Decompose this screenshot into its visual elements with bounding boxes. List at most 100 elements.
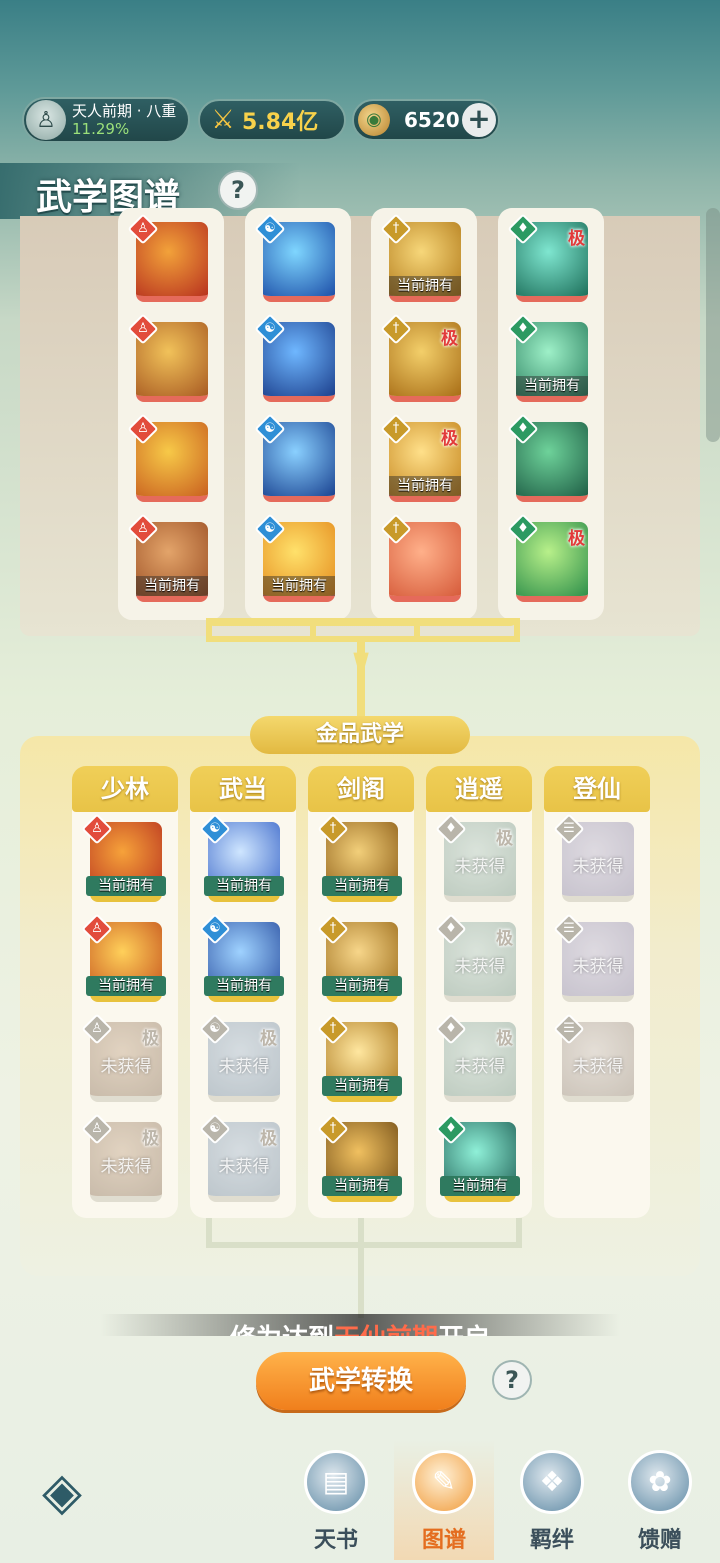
sect-badge-icon: ♙ [127,513,159,545]
sect-badge-icon: † [317,913,349,945]
sect-badge-icon: ♦ [435,913,467,945]
nav-tab-label: 天书 [313,1528,358,1553]
sect-badge-icon: ♦ [507,413,539,445]
extreme-tag: 极 [260,1129,277,1149]
notice-prefix: 修为达到 [230,1324,334,1336]
sect-badge-icon: ☯ [254,413,286,445]
swords-icon: ⚔ [211,105,235,135]
not-owned-label: 未获得 [218,1157,270,1177]
nav-tab[interactable]: ✎ 图谱 [394,1440,494,1560]
sect-badge-icon: ♦ [435,1013,467,1045]
nav-tab-label: 馈赠 [637,1528,682,1553]
sect-tab[interactable]: 逍遥 [426,766,532,812]
sect-badge-icon: ☰ [553,1013,585,1045]
root-trunk [358,1218,364,1318]
extreme-tag: 极 [441,329,458,349]
scrollbar[interactable] [706,208,720,442]
not-owned-label: 未获得 [572,1057,624,1077]
owned-label: 当前拥有 [263,576,335,596]
realm-status[interactable]: ♙ 天人前期 · 八重 11.29% [22,97,190,143]
unlock-notice: 修为达到天仙前期开启 [100,1314,620,1336]
extreme-tag: 极 [260,1029,277,1049]
notice-suffix: 开启 [438,1324,490,1336]
owned-label: 当前拥有 [322,876,402,896]
nav-tab[interactable]: ▤ 天书 [286,1440,386,1560]
sect-badge-icon: ☰ [553,813,585,845]
notice-highlight: 天仙前期 [334,1324,438,1336]
sect-tab[interactable]: 剑阁 [308,766,414,812]
sect-badge-icon: ♙ [127,313,159,345]
realm-avatar-icon: ♙ [26,100,66,140]
sect-badge-icon: ♦ [435,813,467,845]
sect-badge-icon: ♦ [435,1113,467,1145]
gift-icon: ✿ [628,1450,692,1514]
sect-badge-icon: † [380,213,412,245]
not-owned-label: 未获得 [454,857,506,877]
sect-badge-icon: ☯ [199,1013,231,1045]
not-owned-label: 未获得 [100,1057,152,1077]
extreme-tag: 极 [496,829,513,849]
sect-badge-icon: ♙ [127,213,159,245]
owned-label: 当前拥有 [322,1176,402,1196]
owned-label: 当前拥有 [86,976,166,996]
sect-badge-icon: ♙ [81,913,113,945]
not-owned-label: 未获得 [100,1157,152,1177]
sect-badge-icon: ☯ [254,213,286,245]
add-currency-button[interactable]: + [462,103,496,137]
sect-badge-icon: † [317,1013,349,1045]
not-owned-label: 未获得 [572,857,624,877]
sect-badge-icon: ☯ [199,1113,231,1145]
owned-label: 当前拥有 [516,376,588,396]
chevron-down-icon: ∨ [348,643,374,678]
sect-badge-icon: ☯ [254,513,286,545]
nav-tab-label: 羁绊 [529,1528,574,1553]
extreme-tag: 极 [441,429,458,449]
currency: ◉ 6520 + [352,99,500,141]
extreme-tag: 极 [142,1029,159,1049]
owned-label: 当前拥有 [86,876,166,896]
nav-tab-label: 图谱 [421,1528,466,1553]
realm-progress: 11.29% [72,120,130,138]
extreme-tag: 极 [496,929,513,949]
nav-tab[interactable]: ✿ 馈赠 [610,1440,710,1560]
nav-tab[interactable]: ❖ 羁绊 [502,1440,602,1560]
book-icon: ▤ [304,1450,368,1514]
jade-coin-icon: ◉ [358,104,390,136]
owned-label: 当前拥有 [322,976,402,996]
sect-badge-icon: † [317,1113,349,1145]
sect-badge-icon: ♙ [81,1113,113,1145]
tree-branch-top [206,618,518,626]
not-owned-label: 未获得 [572,957,624,977]
sect-badge-icon: ♙ [127,413,159,445]
sect-badge-icon: ☰ [553,913,585,945]
sect-badge-icon: ♙ [81,1013,113,1045]
title-help-button[interactable]: ? [218,170,258,210]
extreme-tag: 极 [568,529,585,549]
owned-label: 当前拥有 [136,576,208,596]
owned-label: 当前拥有 [440,1176,520,1196]
currency-value: 6520 [404,108,460,132]
gold-tier-title: 金品武学 [250,716,470,754]
combat-power: ⚔ 5.84亿 [198,99,346,141]
scroll-icon: ✎ [412,1450,476,1514]
sect-badge-icon: ♦ [507,513,539,545]
root-branch-bar [206,1242,522,1248]
tree-branch-2 [310,618,316,638]
sect-badge-icon: † [380,313,412,345]
sect-badge-icon: † [317,813,349,845]
convert-button[interactable]: 武学转换 [256,1352,466,1410]
sect-tab[interactable]: 武当 [190,766,296,812]
owned-label: 当前拥有 [204,976,284,996]
handshake-icon: ❖ [520,1450,584,1514]
convert-help-button[interactable]: ? [492,1360,532,1400]
combat-power-value: 5.84亿 [242,110,319,135]
game-logo-icon[interactable]: ◈ [24,1462,100,1522]
sect-badge-icon: ♙ [81,813,113,845]
sect-badge-icon: ☯ [199,913,231,945]
owned-label: 当前拥有 [389,276,461,296]
sect-badge-icon: ☯ [254,313,286,345]
not-owned-label: 未获得 [218,1057,270,1077]
sect-tab[interactable]: 登仙 [544,766,650,812]
sect-tab[interactable]: 少林 [72,766,178,812]
realm-name: 天人前期 · 八重 [72,102,177,120]
